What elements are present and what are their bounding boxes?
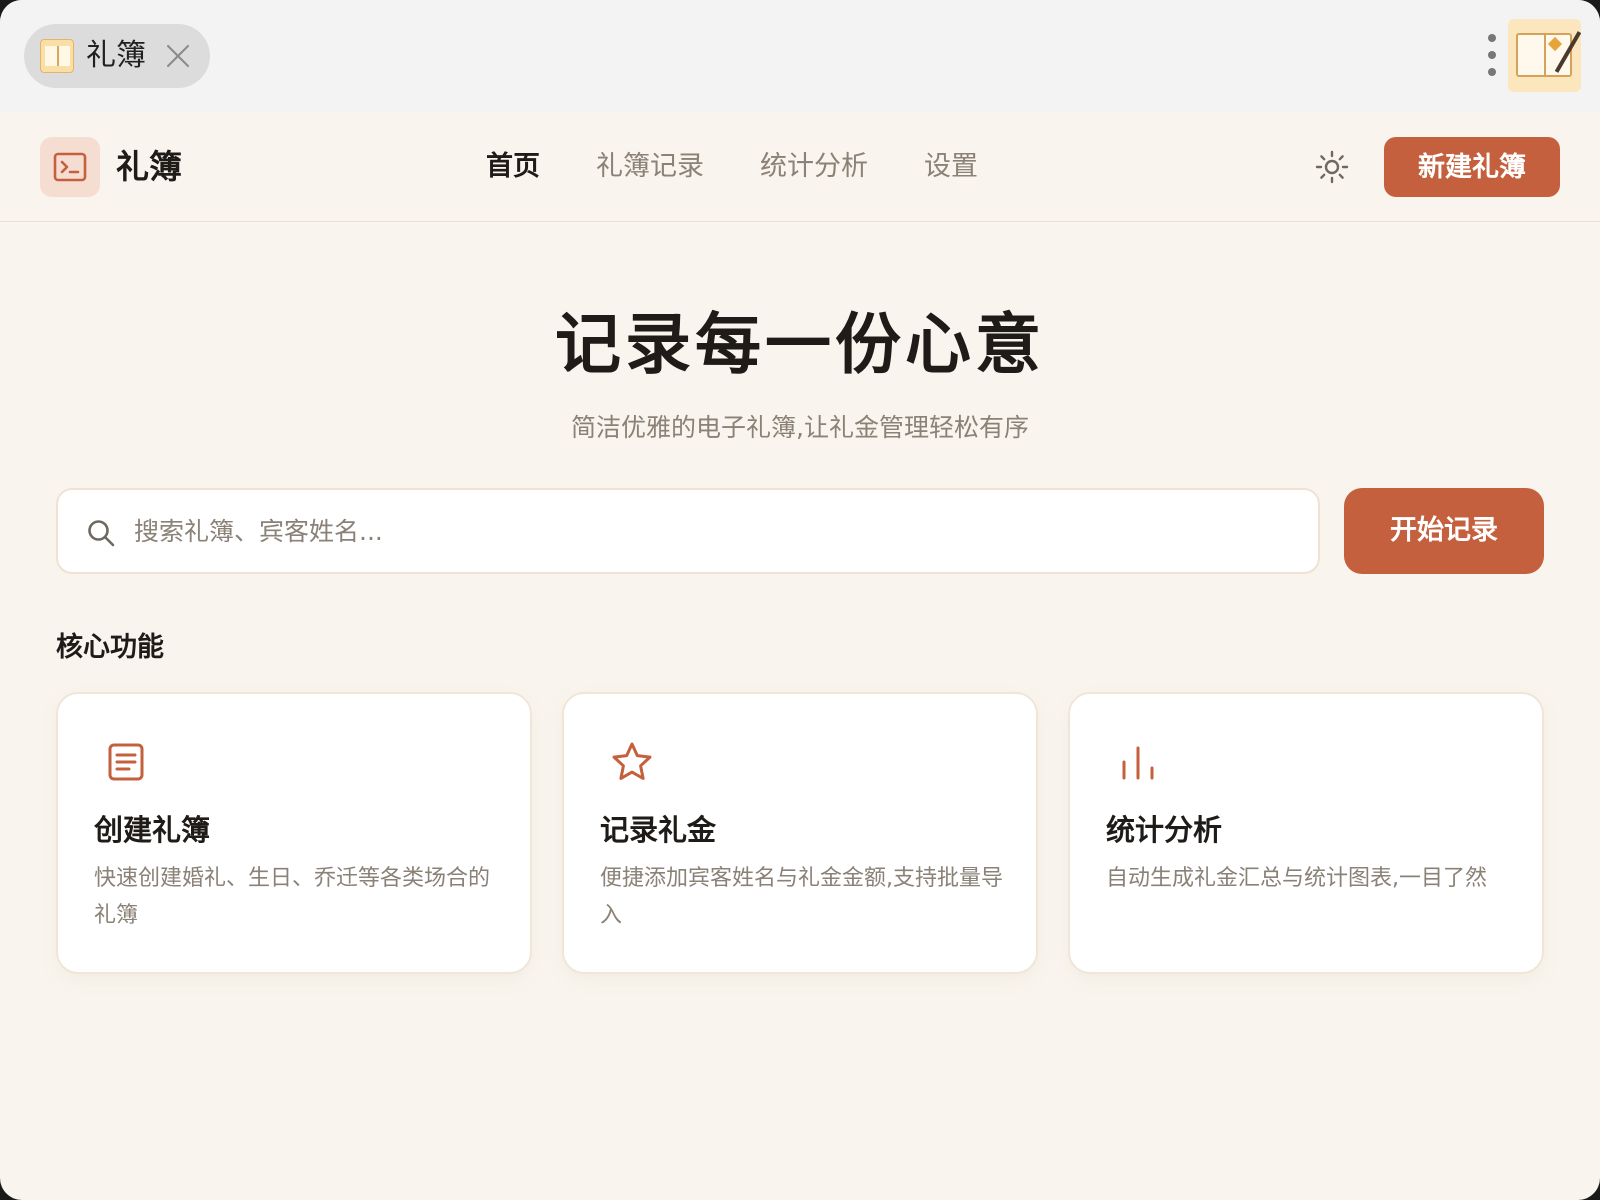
main-nav: 首页 礼簿记录 统计分析 设置 <box>486 142 1034 192</box>
search-icon <box>88 520 115 547</box>
feature-card-statistics[interactable]: 统计分析 自动生成礼金汇总与统计图表,一目了然 <box>1068 692 1544 974</box>
app-window: 礼簿 礼簿 首页 礼簿记录 统计分析 设置 新建礼簿 记录每一份心意 简洁优雅的… <box>0 0 1600 1200</box>
close-icon[interactable] <box>164 42 192 70</box>
card-description: 自动生成礼金汇总与统计图表,一目了然 <box>1106 866 1487 891</box>
star-icon <box>612 742 652 780</box>
feature-card-create[interactable]: 创建礼簿 快速创建婚礼、生日、乔迁等各类场合的礼簿 <box>56 692 532 974</box>
card-description: 便捷添加宾客姓名与礼金金额,支持批量导入 <box>600 866 1003 928</box>
hero-title: 记录每一份心意 <box>555 306 1045 383</box>
feature-card-record[interactable]: 记录礼金 便捷添加宾客姓名与礼金金额,支持批量导入 <box>562 692 1038 974</box>
search-box <box>56 488 1320 574</box>
brand-name: 礼簿 <box>116 147 182 186</box>
nav-records[interactable]: 礼簿记录 <box>596 142 704 192</box>
section-title: 核心功能 <box>56 632 164 663</box>
feature-cards: 创建礼簿 快速创建婚礼、生日、乔迁等各类场合的礼簿 记录礼金 便捷添加宾客姓名与… <box>56 692 1544 974</box>
theme-toggle-button[interactable] <box>1310 145 1354 189</box>
card-title: 统计分析 <box>1106 813 1223 847</box>
hero-subtitle: 简洁优雅的电子礼簿,让礼金管理轻松有序 <box>571 413 1029 442</box>
nav-statistics[interactable]: 统计分析 <box>760 142 868 192</box>
document-list-icon <box>108 743 144 781</box>
more-options-icon[interactable] <box>1482 34 1502 78</box>
new-ledger-button[interactable]: 新建礼簿 <box>1384 137 1560 197</box>
tab-label: 礼簿 <box>86 38 146 73</box>
logo[interactable] <box>40 137 100 197</box>
card-description: 快速创建婚礼、生日、乔迁等各类场合的礼簿 <box>94 866 491 928</box>
nav-home[interactable]: 首页 <box>486 142 540 192</box>
search-input[interactable] <box>134 490 1294 572</box>
app-thumbnail-icon[interactable] <box>1508 19 1581 92</box>
start-recording-button[interactable]: 开始记录 <box>1344 488 1544 574</box>
card-title: 记录礼金 <box>600 813 717 847</box>
nav-settings[interactable]: 设置 <box>924 142 978 192</box>
bar-chart-icon <box>1122 746 1154 780</box>
sun-icon <box>1315 150 1349 184</box>
app-tab[interactable]: 礼簿 <box>24 24 210 88</box>
app-header: 礼簿 首页 礼簿记录 统计分析 设置 新建礼簿 <box>0 112 1600 222</box>
card-title: 创建礼簿 <box>94 813 211 847</box>
tab-bar: 礼簿 <box>0 0 1600 112</box>
ledger-book-icon <box>40 39 74 73</box>
terminal-icon <box>53 152 87 182</box>
